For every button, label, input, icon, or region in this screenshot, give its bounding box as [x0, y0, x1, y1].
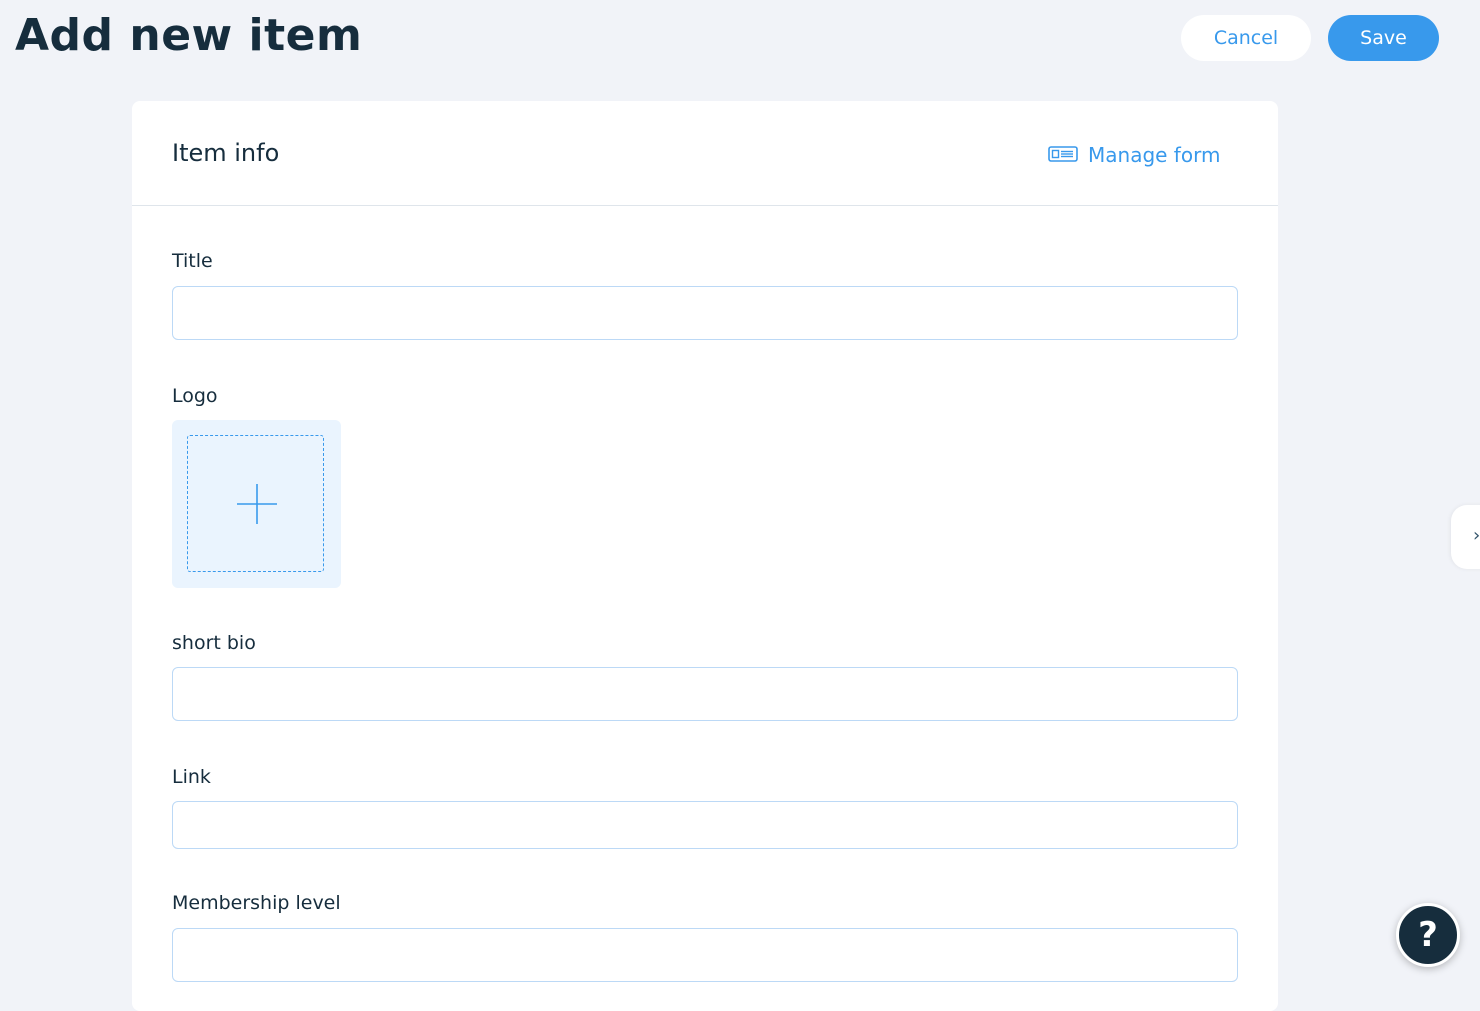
plus-icon: [235, 482, 279, 526]
logo-uploader[interactable]: [172, 420, 341, 588]
form-icon: [1048, 143, 1078, 167]
help-icon: ?: [1418, 915, 1438, 955]
link-input[interactable]: [172, 801, 1238, 849]
membership-level-label: Membership level: [172, 892, 341, 914]
title-label: Title: [172, 250, 213, 272]
title-input[interactable]: [172, 286, 1238, 340]
card-title: Item info: [172, 139, 280, 167]
link-label: Link: [172, 766, 211, 788]
short-bio-input[interactable]: [172, 667, 1238, 721]
cancel-button[interactable]: Cancel: [1181, 15, 1311, 61]
manage-form-link[interactable]: Manage form: [1048, 143, 1220, 167]
save-button[interactable]: Save: [1328, 15, 1439, 61]
logo-label: Logo: [172, 385, 218, 407]
membership-level-input[interactable]: [172, 928, 1238, 982]
chevron-right-icon: ›: [1473, 525, 1480, 546]
card-header: Item info Manage form: [132, 101, 1278, 206]
short-bio-label: short bio: [172, 632, 256, 654]
manage-form-label: Manage form: [1088, 143, 1221, 167]
side-panel-toggle[interactable]: ›: [1451, 505, 1480, 569]
help-button[interactable]: ?: [1396, 903, 1460, 967]
item-info-card: Item info Manage form Title Logo short b…: [132, 101, 1278, 1011]
page-title: Add new item: [15, 10, 363, 61]
